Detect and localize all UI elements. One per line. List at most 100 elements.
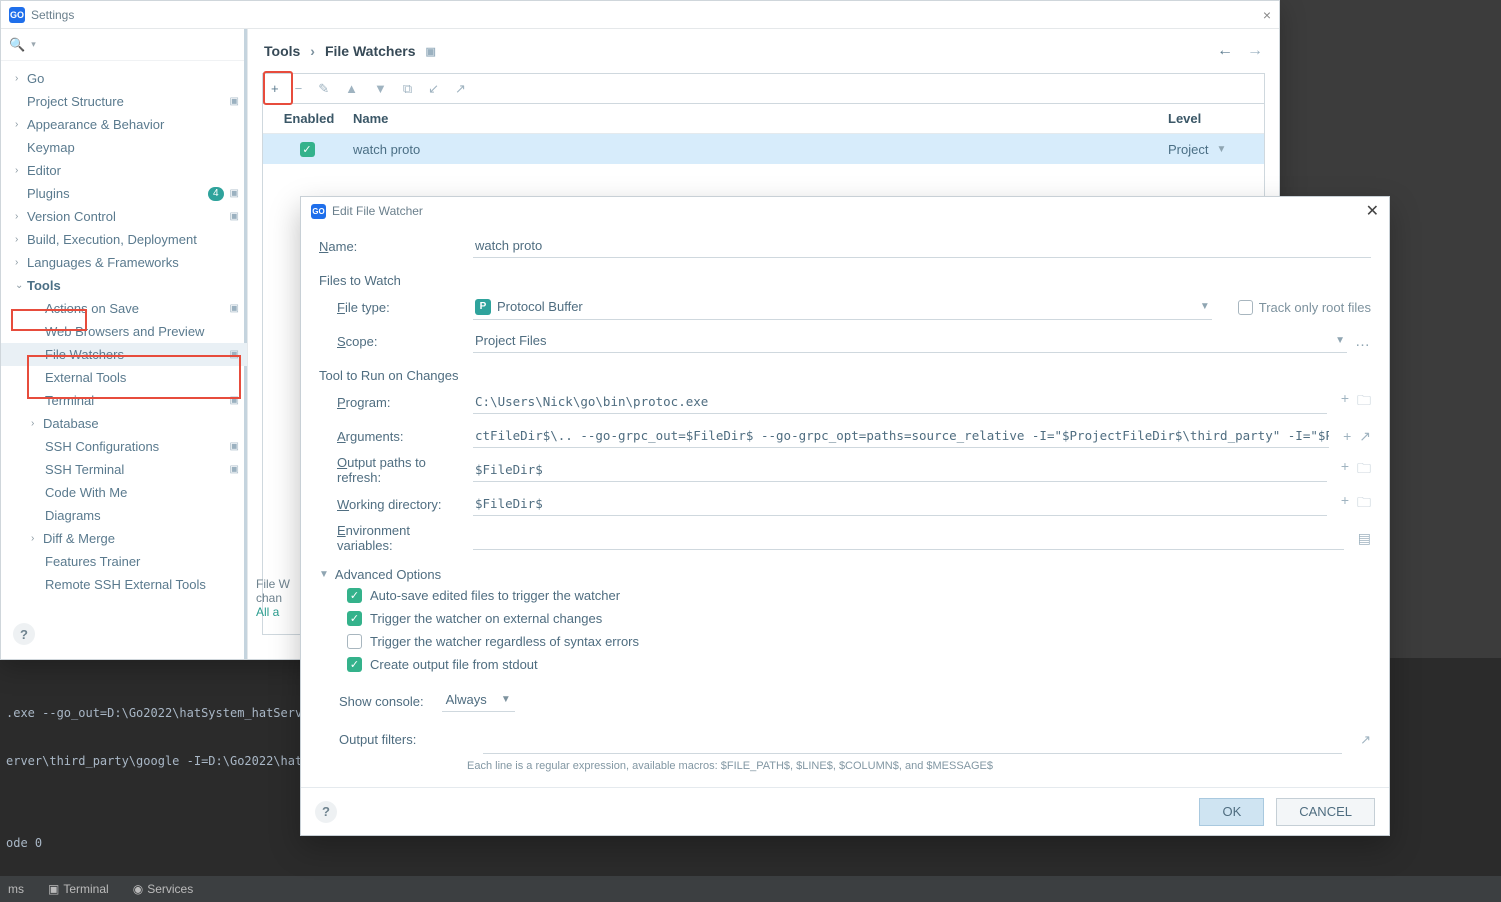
bottom-bar-terminal[interactable]: ▣ Terminal: [48, 882, 109, 896]
env-vars-input[interactable]: [473, 526, 1344, 550]
scope-select[interactable]: Project Files ▼: [473, 329, 1347, 353]
ok-button[interactable]: OK: [1199, 798, 1264, 826]
settings-left-panel: 🔍 ▾ ›Go Project Structure▣ ›Appearance &…: [1, 29, 248, 659]
tree-actions-on-save[interactable]: Actions on Save▣: [1, 297, 247, 320]
tree-editor[interactable]: ›Editor: [1, 159, 247, 182]
cb-syntax-errors[interactable]: Trigger the watcher regardless of syntax…: [319, 630, 1371, 653]
tree-tools[interactable]: ⌄Tools: [1, 274, 247, 297]
browse-folder-icon[interactable]: 🗀: [1357, 492, 1371, 516]
tree-web-browsers[interactable]: Web Browsers and Preview: [1, 320, 247, 343]
checkbox-unchecked-icon: [347, 634, 362, 649]
move-down-button[interactable]: ▼: [374, 81, 387, 96]
close-icon[interactable]: ×: [1263, 7, 1271, 23]
scope-edit-button[interactable]: …: [1355, 333, 1371, 350]
name-label: Name:: [319, 239, 465, 254]
cell-name: watch proto: [351, 142, 1168, 157]
name-input[interactable]: watch proto: [473, 234, 1371, 258]
checkbox-enabled[interactable]: ✓: [300, 142, 315, 157]
track-only-root-checkbox[interactable]: Track only root files: [1238, 300, 1371, 315]
output-paths-input[interactable]: $FileDir$: [473, 458, 1327, 482]
tree-diagrams[interactable]: Diagrams: [1, 504, 247, 527]
arguments-input[interactable]: ctFileDir$\.. --go-grpc_out=$FileDir$ --…: [473, 424, 1329, 448]
chevron-down-icon: ▼: [1216, 144, 1226, 155]
edit-file-watcher-dialog: GO Edit File Watcher ✕ Name: watch proto…: [300, 196, 1390, 836]
move-up-button[interactable]: ▲: [345, 81, 358, 96]
go-app-icon: GO: [9, 7, 25, 23]
insert-macro-icon[interactable]: +: [1341, 458, 1349, 482]
crumb-tools[interactable]: Tools: [264, 43, 300, 59]
expand-icon[interactable]: ↗: [1359, 428, 1371, 445]
close-icon[interactable]: ✕: [1366, 201, 1379, 221]
expand-icon[interactable]: ↗: [1360, 732, 1371, 748]
tree-file-watchers[interactable]: File Watchers▣: [1, 343, 247, 366]
import-button[interactable]: ↙: [428, 81, 439, 97]
tree-diff-merge[interactable]: ›Diff & Merge: [1, 527, 247, 550]
tree-terminal[interactable]: Terminal▣: [1, 389, 247, 412]
tree-remote-ssh[interactable]: Remote SSH External Tools: [1, 573, 247, 596]
edit-button[interactable]: ✎: [318, 81, 329, 97]
bottom-bar-item[interactable]: ms: [8, 882, 24, 896]
chevron-down-icon: ▼: [1335, 335, 1345, 346]
tree-features-trainer[interactable]: Features Trainer: [1, 550, 247, 573]
cb-create-output[interactable]: ✓Create output file from stdout: [319, 653, 1371, 676]
output-filters-input[interactable]: [483, 732, 1342, 754]
col-level: Level: [1168, 111, 1264, 126]
insert-macro-icon[interactable]: +: [1341, 390, 1349, 414]
nav-back-icon[interactable]: ←: [1217, 42, 1233, 60]
tree-database[interactable]: ›Database: [1, 412, 247, 435]
output-filters-label: Output filters:: [339, 732, 465, 747]
tool-heading: Tool to Run on Changes: [319, 368, 1371, 383]
bottom-bar-services[interactable]: ◉ Services: [133, 882, 194, 896]
list-icon[interactable]: ▤: [1358, 530, 1371, 547]
export-button[interactable]: ↗: [455, 81, 466, 97]
show-console-select[interactable]: Always ▼: [442, 690, 515, 712]
remove-button[interactable]: −: [295, 81, 303, 96]
help-icon[interactable]: ?: [315, 801, 337, 823]
working-dir-input[interactable]: $FileDir$: [473, 492, 1327, 516]
cell-level[interactable]: Project ▼: [1168, 142, 1264, 157]
program-input[interactable]: C:\Users\Nick\go\bin\protoc.exe: [473, 390, 1327, 414]
tree-version-control[interactable]: ›Version Control▣: [1, 205, 247, 228]
ide-bottom-bar: ms ▣ Terminal ◉ Services: [0, 876, 1501, 902]
copy-button[interactable]: ⧉: [403, 81, 412, 97]
tree-project-structure[interactable]: Project Structure▣: [1, 90, 247, 113]
output-paths-label: Output paths to refresh:: [319, 455, 465, 485]
modal-title: Edit File Watcher: [332, 204, 423, 218]
breadcrumb: Tools › File Watchers ▣ ← →: [248, 29, 1279, 73]
search-icon: 🔍: [9, 37, 25, 53]
cancel-button[interactable]: CANCEL: [1276, 798, 1375, 826]
tree-appearance[interactable]: ›Appearance & Behavior: [1, 113, 247, 136]
tree-go[interactable]: ›Go: [1, 67, 247, 90]
tree-plugins[interactable]: Plugins4▣: [1, 182, 247, 205]
settings-search[interactable]: 🔍 ▾: [1, 29, 247, 61]
insert-macro-icon[interactable]: +: [1343, 428, 1351, 445]
annotation-highlight: [263, 71, 293, 105]
insert-macro-icon[interactable]: +: [1341, 492, 1349, 516]
chevron-right-icon: ›: [310, 43, 315, 59]
tree-code-with-me[interactable]: Code With Me: [1, 481, 247, 504]
help-icon[interactable]: ?: [13, 623, 35, 645]
file-type-select[interactable]: P Protocol Buffer ▼: [473, 295, 1212, 320]
cb-external-changes[interactable]: ✓Trigger the watcher on external changes: [319, 607, 1371, 630]
tree-keymap[interactable]: Keymap: [1, 136, 247, 159]
tree-build[interactable]: ›Build, Execution, Deployment: [1, 228, 247, 251]
browse-folder-icon[interactable]: 🗀: [1357, 458, 1371, 482]
tree-ssh-terminal[interactable]: SSH Terminal▣: [1, 458, 247, 481]
file-type-label: File type:: [319, 300, 465, 315]
tree-languages[interactable]: ›Languages & Frameworks: [1, 251, 247, 274]
chevron-down-icon: ▼: [319, 569, 329, 580]
col-enabled: Enabled: [263, 111, 351, 126]
modal-titlebar: GO Edit File Watcher ✕: [301, 197, 1389, 225]
env-vars-label: Environment variables:: [319, 523, 465, 553]
table-row[interactable]: ✓ watch proto Project ▼: [263, 134, 1264, 164]
tree-ssh-config[interactable]: SSH Configurations▣: [1, 435, 247, 458]
program-label: Program:: [319, 395, 465, 410]
tree-external-tools[interactable]: External Tools: [1, 366, 247, 389]
cb-autosave[interactable]: ✓Auto-save edited files to trigger the w…: [319, 584, 1371, 607]
go-app-icon: GO: [311, 204, 326, 219]
advanced-options-toggle[interactable]: ▼ Advanced Options: [319, 567, 1371, 582]
checkbox-checked-icon: ✓: [347, 611, 362, 626]
settings-titlebar: GO Settings ×: [1, 1, 1279, 29]
browse-folder-icon[interactable]: 🗀: [1357, 390, 1371, 414]
truncated-hint: File W chan All a: [256, 577, 290, 619]
